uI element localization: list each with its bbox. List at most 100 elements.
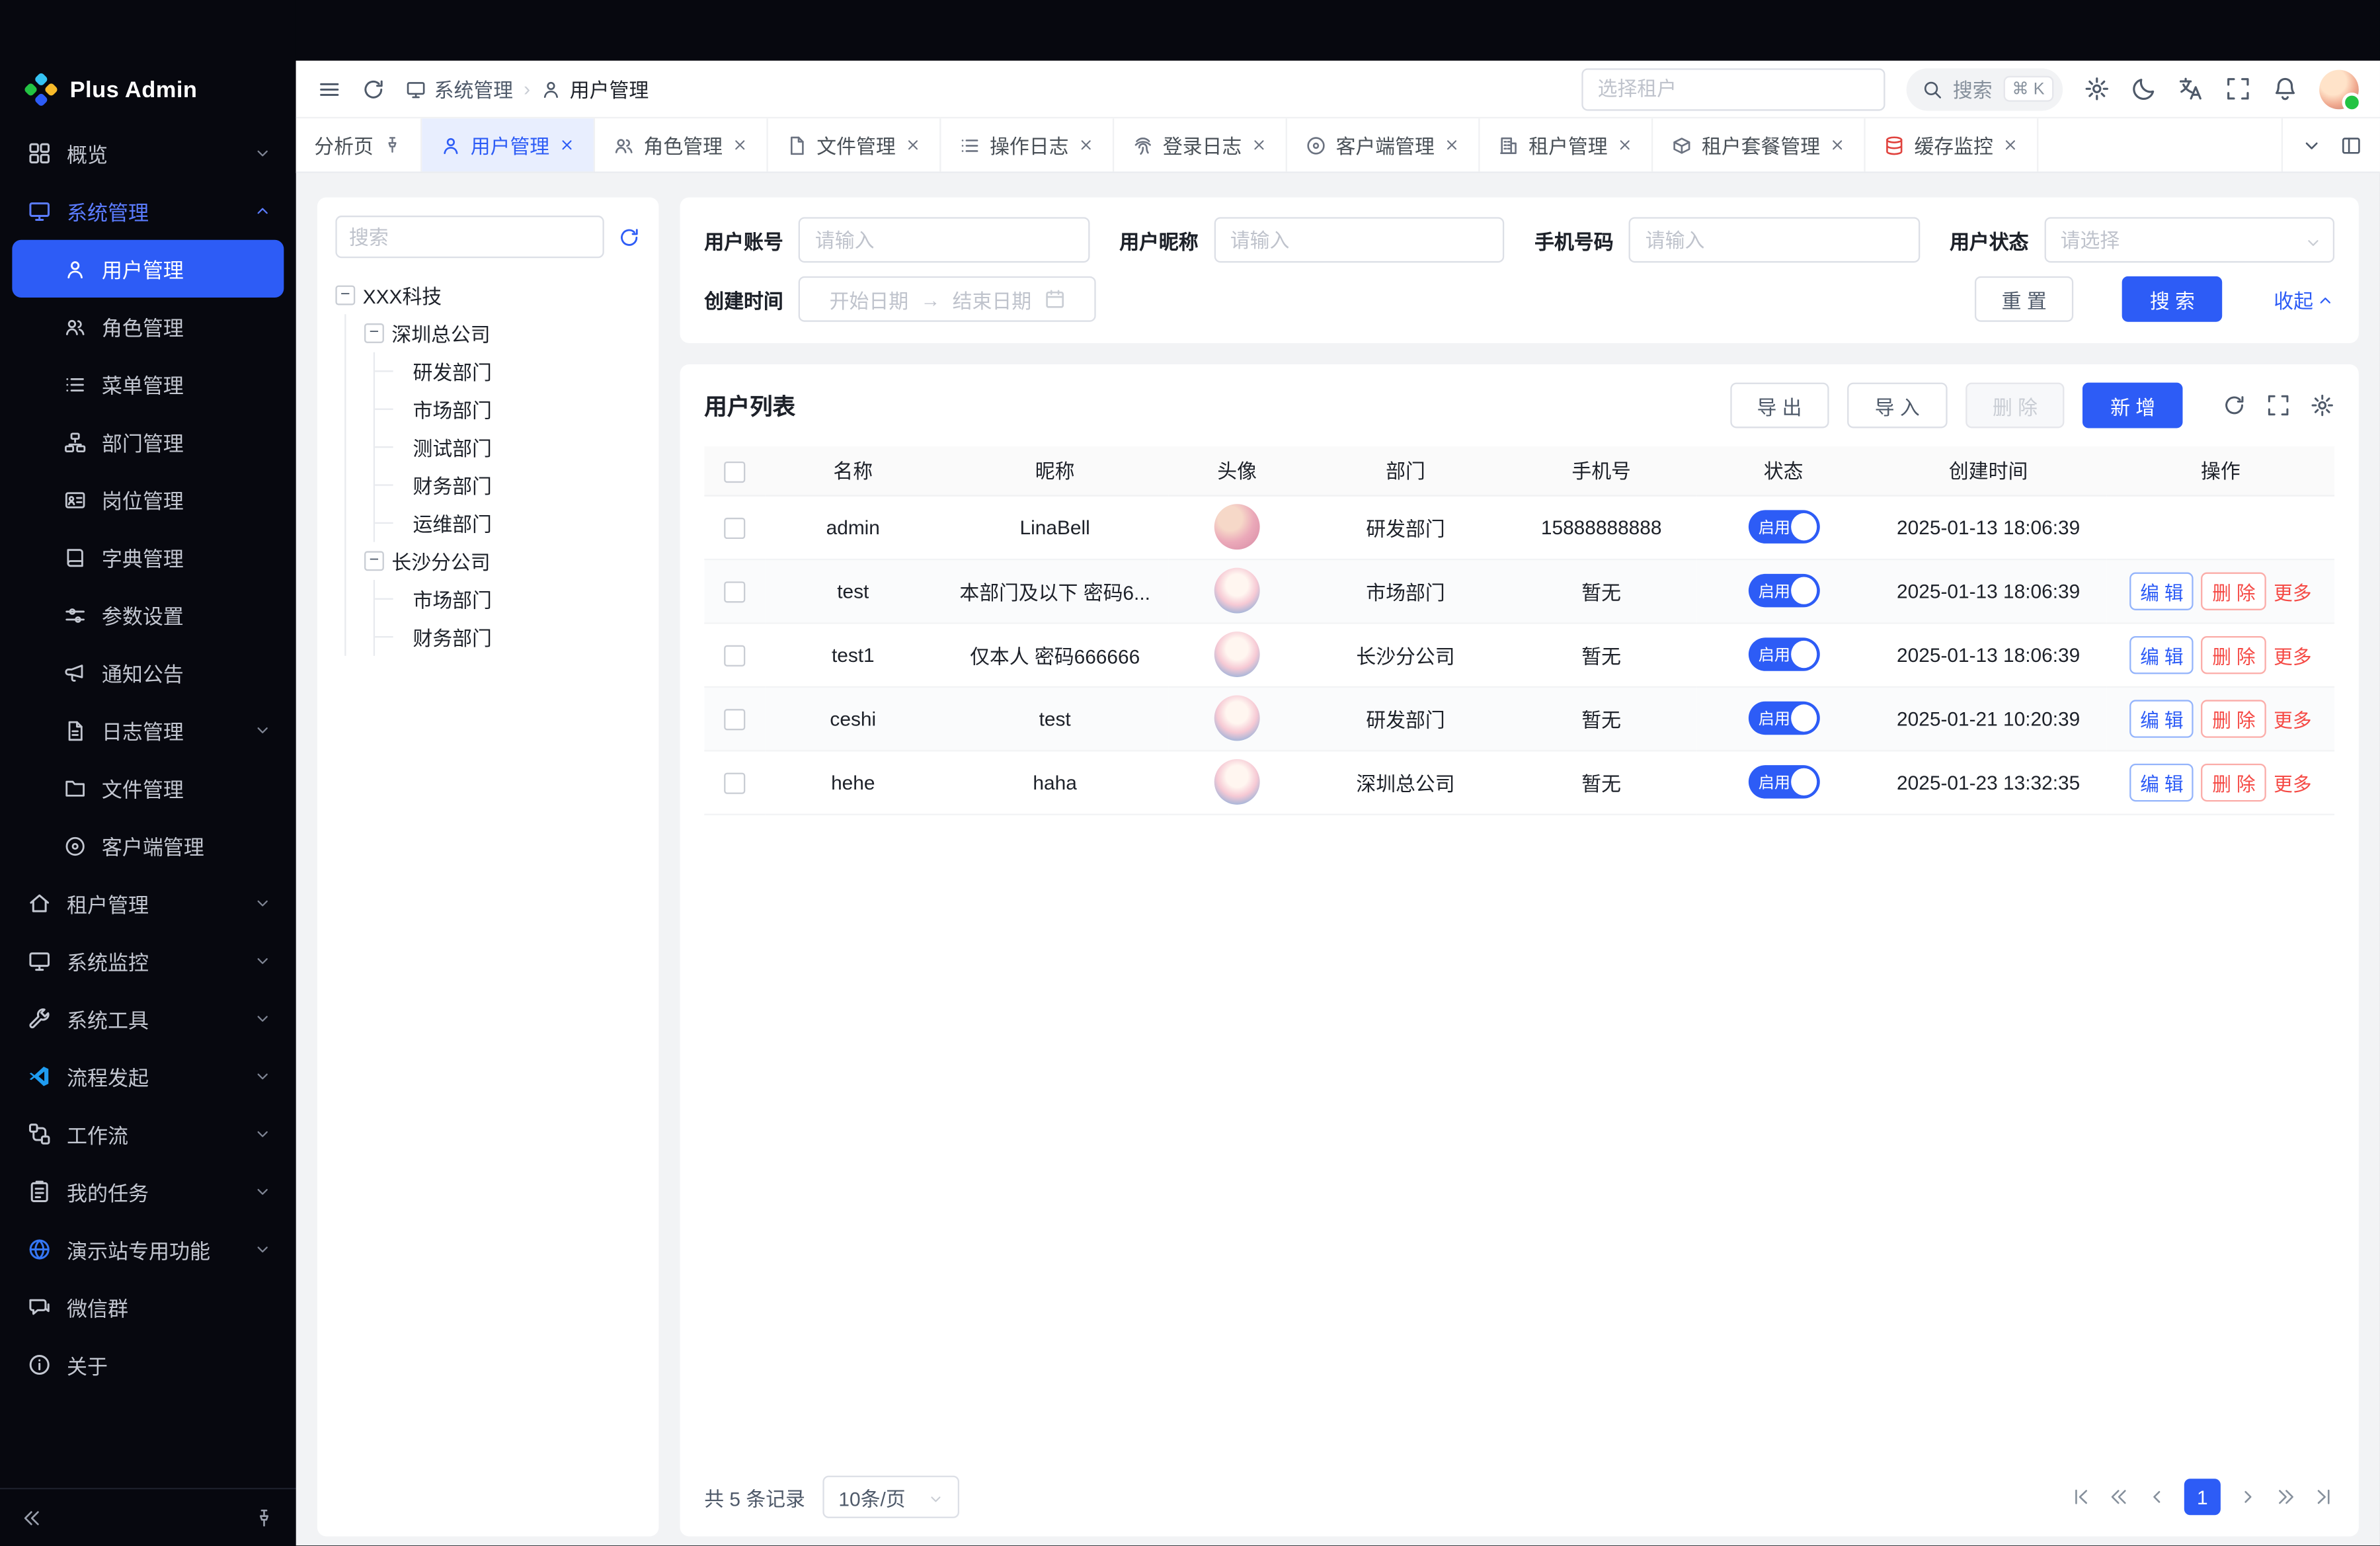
select-all-checkbox[interactable]	[724, 461, 745, 482]
notifications-button[interactable]	[2272, 76, 2298, 102]
tab-close-button[interactable]	[1616, 137, 1633, 153]
row-delete-button[interactable]: 删 除	[2202, 635, 2266, 673]
row-checkbox[interactable]	[724, 517, 745, 538]
sidebar-item[interactable]: 关于	[12, 1336, 284, 1393]
table-row[interactable]: test1仅本人 密码666666长沙分公司暂无启用2025-01-13 18:…	[704, 622, 2334, 686]
reset-button[interactable]: 重 置	[1974, 276, 2074, 322]
row-delete-button[interactable]: 删 除	[2202, 699, 2266, 737]
tree-node[interactable]: 市场部门	[393, 580, 641, 618]
collapse-menu-button[interactable]	[317, 77, 342, 101]
sidebar-item[interactable]: 用户管理	[12, 240, 284, 298]
row-delete-button[interactable]: 删 除	[2202, 763, 2266, 801]
sidebar-item[interactable]: 参数设置	[12, 586, 284, 643]
table-refresh-button[interactable]	[2222, 393, 2246, 418]
phone-input[interactable]	[1629, 217, 1920, 263]
sidebar-item[interactable]: 通知公告	[12, 643, 284, 701]
tab-item[interactable]: 角色管理	[595, 118, 768, 171]
refresh-page-button[interactable]	[361, 77, 385, 101]
page-number-button[interactable]: 1	[2184, 1479, 2221, 1515]
sidebar-item[interactable]: 客户端管理	[12, 817, 284, 874]
table-row[interactable]: adminLinaBell研发部门15888888888启用2025-01-13…	[704, 495, 2334, 558]
table-row[interactable]: test本部门及以下 密码6...市场部门暂无启用2025-01-13 18:0…	[704, 559, 2334, 622]
tab-close-button[interactable]	[2003, 137, 2019, 153]
table-settings-button[interactable]	[2310, 393, 2334, 418]
tab-item[interactable]: 用户管理	[422, 118, 595, 171]
table-row[interactable]: ceshitest研发部门暂无启用2025-01-21 10:20:39编 辑删…	[704, 686, 2334, 750]
jump-next-button[interactable]	[2276, 1486, 2297, 1508]
sidebar-item[interactable]: 菜单管理	[12, 355, 284, 413]
collapse-toggle-icon[interactable]: −	[364, 551, 384, 571]
tab-close-button[interactable]	[1444, 137, 1460, 153]
sidebar-item[interactable]: 流程发起	[12, 1047, 284, 1105]
tab-close-button[interactable]	[559, 137, 575, 153]
status-toggle[interactable]: 启用	[1748, 765, 1819, 799]
row-checkbox[interactable]	[724, 645, 745, 666]
status-select-input[interactable]	[2043, 217, 2334, 263]
next-page-button[interactable]	[2237, 1486, 2258, 1508]
tree-node[interactable]: 测试部门	[393, 428, 641, 466]
sidebar-item[interactable]: 租户管理	[12, 874, 284, 932]
more-button[interactable]: 更多	[2274, 710, 2311, 731]
language-switch-button[interactable]	[2178, 76, 2204, 102]
row-checkbox[interactable]	[724, 581, 745, 602]
tree-node[interactable]: 市场部门	[393, 390, 641, 428]
status-toggle[interactable]: 启用	[1748, 510, 1819, 544]
sidebar-item[interactable]: 我的任务	[12, 1163, 284, 1221]
tab-close-button[interactable]	[1251, 137, 1267, 153]
global-search[interactable]: 搜索 ⌘ K	[1906, 67, 2063, 110]
sidebar-item[interactable]: 工作流	[12, 1105, 284, 1162]
theme-toggle-button[interactable]	[2131, 76, 2157, 102]
sidebar-item[interactable]: 日志管理	[12, 702, 284, 759]
tab-item[interactable]: 缓存监控	[1866, 118, 2039, 171]
collapse-toggle-icon[interactable]: −	[364, 323, 384, 343]
settings-button[interactable]	[2084, 76, 2110, 102]
tab-list-dropdown-button[interactable]	[2301, 134, 2322, 155]
first-page-button[interactable]	[2071, 1486, 2092, 1508]
search-button[interactable]: 搜 索	[2122, 276, 2222, 322]
tenant-select[interactable]	[1581, 67, 1884, 110]
table-row[interactable]: hehehaha深圳总公司暂无启用2025-01-23 13:32:35编 辑删…	[704, 750, 2334, 813]
collapse-filters-link[interactable]: 收起	[2274, 284, 2334, 313]
status-select[interactable]	[2043, 217, 2334, 263]
account-input[interactable]	[799, 217, 1090, 263]
status-toggle[interactable]: 启用	[1748, 574, 1819, 608]
date-range-input[interactable]: 开始日期 → 结束日期	[799, 276, 1096, 322]
status-toggle[interactable]: 启用	[1748, 637, 1819, 671]
tab-close-button[interactable]	[1829, 137, 1846, 153]
user-avatar[interactable]	[2319, 69, 2359, 108]
tab-item[interactable]: 租户套餐管理	[1653, 118, 1866, 171]
tree-search-input[interactable]	[335, 216, 604, 258]
edit-button[interactable]: 编 辑	[2129, 763, 2194, 801]
edit-button[interactable]: 编 辑	[2129, 635, 2194, 673]
sidebar-item[interactable]: 微信群	[12, 1278, 284, 1336]
delete-button[interactable]: 删 除	[1965, 383, 2065, 428]
tab-item[interactable]: 文件管理	[768, 118, 941, 171]
collapse-toggle-icon[interactable]: −	[335, 286, 355, 305]
sidebar-item[interactable]: 角色管理	[12, 298, 284, 355]
sidebar-item[interactable]: 系统工具	[12, 990, 284, 1047]
sidebar-item[interactable]: 岗位管理	[12, 471, 284, 528]
tree-node[interactable]: 运维部门	[393, 504, 641, 542]
fullscreen-button[interactable]	[2225, 76, 2251, 102]
tab-item[interactable]: 租户管理	[1480, 118, 1653, 171]
page-size-select[interactable]: 10条/页	[823, 1476, 959, 1518]
edit-button[interactable]: 编 辑	[2129, 571, 2194, 609]
breadcrumb-item[interactable]: 用户管理	[541, 74, 649, 103]
edit-button[interactable]: 编 辑	[2129, 699, 2194, 737]
sidebar-item[interactable]: 系统监控	[12, 932, 284, 990]
breadcrumb-item[interactable]: 系统管理	[405, 74, 513, 103]
sidebar-collapse-button[interactable]	[21, 1507, 42, 1528]
tree-node[interactable]: −长沙分公司	[364, 542, 641, 580]
row-checkbox[interactable]	[724, 772, 745, 793]
tab-close-button[interactable]	[905, 137, 922, 153]
tree-node[interactable]: 财务部门	[393, 466, 641, 504]
sidebar-item[interactable]: 概览	[12, 124, 284, 182]
more-button[interactable]: 更多	[2274, 582, 2311, 603]
sidebar-item[interactable]: 字典管理	[12, 528, 284, 586]
add-button[interactable]: 新 增	[2083, 383, 2183, 428]
export-button[interactable]: 导 出	[1729, 383, 1829, 428]
tree-node[interactable]: −深圳总公司	[364, 314, 641, 352]
tab-close-button[interactable]	[732, 137, 748, 153]
tree-node[interactable]: −XXX科技	[335, 276, 640, 314]
app-logo[interactable]: Plus Admin	[0, 63, 296, 115]
